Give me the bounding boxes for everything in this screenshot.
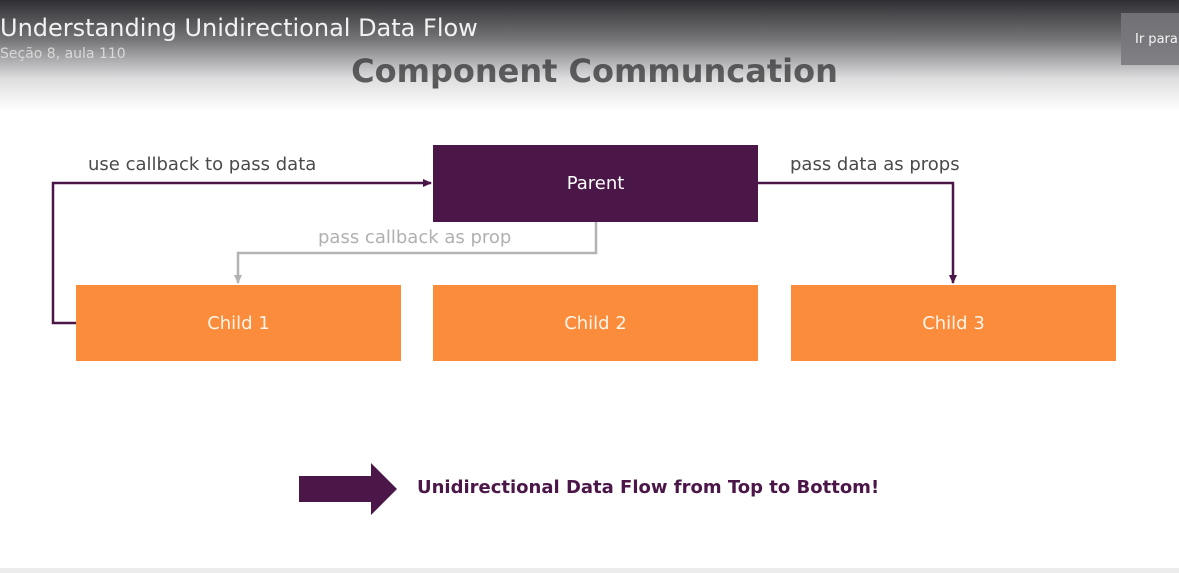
child-label-3: Child 3 bbox=[922, 312, 985, 334]
child-box-3: Child 3 bbox=[791, 285, 1116, 361]
flow-arrow-icon bbox=[299, 463, 397, 515]
goto-button[interactable]: Ir para bbox=[1121, 13, 1179, 65]
player-bottom-edge bbox=[0, 568, 1179, 573]
parent-label: Parent bbox=[566, 173, 625, 194]
props-down-connector bbox=[758, 181, 957, 284]
child-box-1: Child 1 bbox=[76, 285, 401, 361]
lecture-title: Understanding Unidirectional Data Flow bbox=[0, 14, 478, 42]
lecture-slide: Component Communcation Parent Child 1 Ch… bbox=[0, 0, 1179, 573]
lecture-subtitle: Seção 8, aula 110 bbox=[0, 46, 126, 62]
child-label-1: Child 1 bbox=[207, 312, 270, 334]
parent-box: Parent bbox=[433, 145, 758, 222]
props-down-label: pass data as props bbox=[790, 154, 960, 175]
child-label-2: Child 2 bbox=[564, 312, 627, 334]
callback-as-prop-label: pass callback as prop bbox=[318, 227, 512, 248]
child-box-2: Child 2 bbox=[433, 285, 758, 361]
flow-caption: Unidirectional Data Flow from Top to Bot… bbox=[417, 477, 880, 498]
callback-up-label: use callback to pass data bbox=[88, 154, 317, 175]
